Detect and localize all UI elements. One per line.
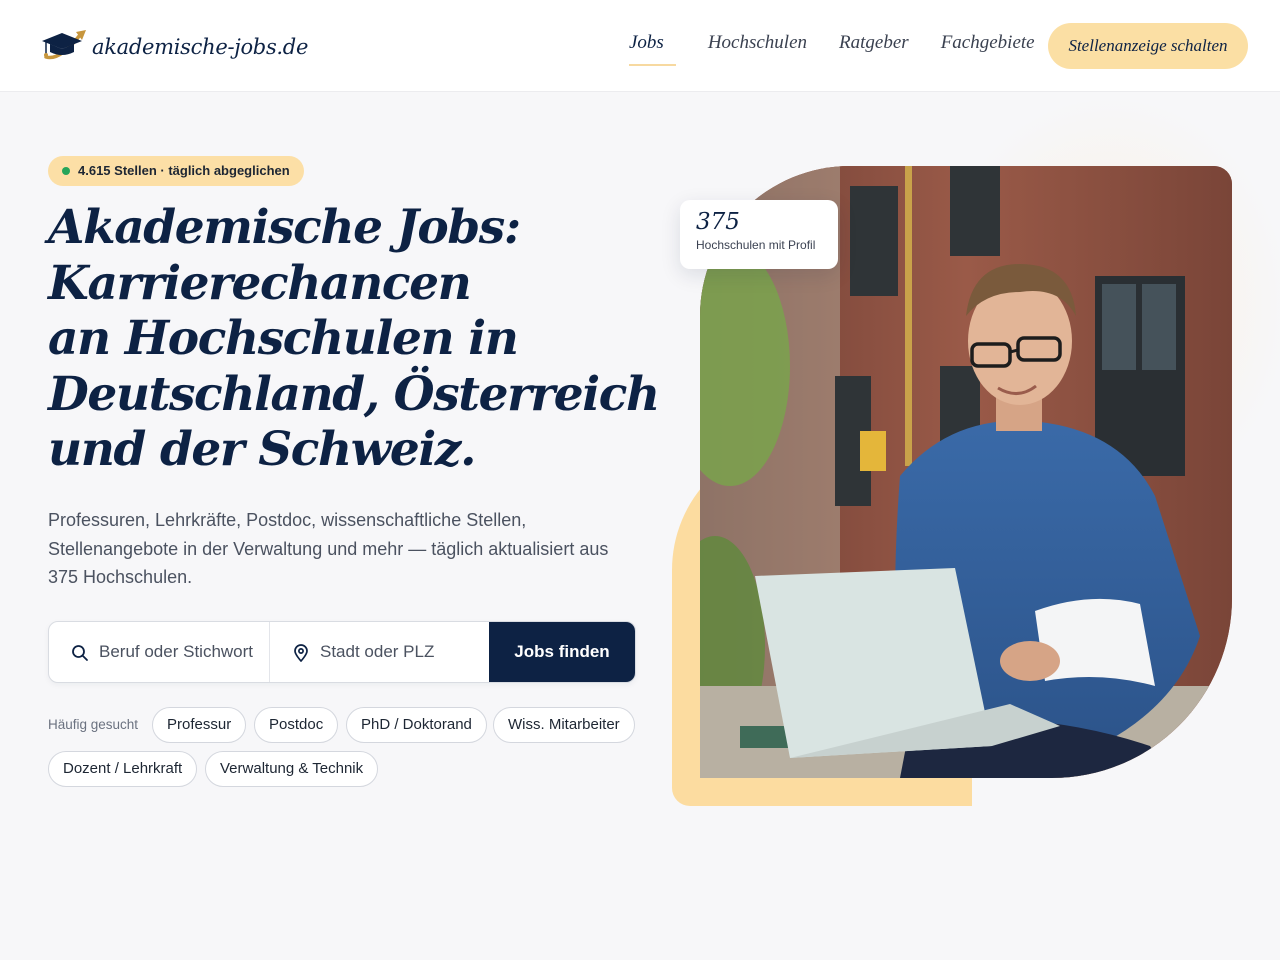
hero-title-line: Deutschland, Österreich [48, 366, 660, 422]
main-nav: Jobs Hochschulen Ratgeber Fachgebiete [629, 32, 1067, 66]
hero-title-line: Karrierechancen [48, 255, 472, 311]
chip-postdoc[interactable]: Postdoc [254, 707, 339, 743]
keyword-field [49, 622, 269, 682]
graduation-cap-logo-icon [42, 30, 86, 60]
hero-title-line: an Hochschulen in [48, 311, 519, 366]
site-header: akademische-jobs.de Jobs Hochschulen Rat… [0, 0, 1280, 92]
logo-link[interactable]: akademische-jobs.de [40, 27, 308, 67]
chip-verwaltung-technik[interactable]: Verwaltung & Technik [205, 751, 379, 787]
hero-title-line: Akademische Jobs: [48, 200, 521, 255]
chip-dozent-lehrkraft[interactable]: Dozent / Lehrkraft [48, 751, 198, 787]
job-count-text: 4.615 Stellen · täglich abgeglichen [78, 163, 290, 178]
stat-number: 375 [696, 209, 740, 235]
nav-item-jobs[interactable]: Jobs [629, 32, 676, 66]
logo-text: akademische-jobs.de [92, 35, 309, 59]
nav-item-hochschulen[interactable]: Hochschulen [708, 32, 807, 64]
job-search-form: Jobs finden [48, 621, 636, 683]
popular-searches-label: Häufig gesucht [48, 717, 139, 732]
job-count-badge: 4.615 Stellen · täglich abgeglichen [48, 156, 304, 186]
find-jobs-button[interactable]: Jobs finden [489, 622, 635, 682]
nav-item-ratgeber[interactable]: Ratgeber [839, 32, 909, 64]
post-job-button[interactable]: Stellenanzeige schalten [1048, 23, 1248, 69]
status-dot [62, 167, 70, 175]
search-icon [72, 645, 88, 661]
hero-description: Professuren, Lehrkräfte, Postdoc, wissen… [48, 510, 609, 587]
hero-title-line: und der Schweiz. [48, 422, 476, 477]
location-field [269, 622, 489, 682]
location-pin-icon [294, 644, 308, 662]
nav-item-fachgebiete[interactable]: Fachgebiete [941, 32, 1035, 64]
chip-phd-doktorand[interactable]: PhD / Doktorand [346, 707, 487, 743]
stat-label: Hochschulen mit Profil [696, 238, 816, 252]
hero-title: Akademische Jobs: Karrierechancen an Hoc… [48, 200, 660, 478]
chip-wiss-mitarbeiter[interactable]: Wiss. Mitarbeiter [493, 707, 635, 743]
universities-stat-card: 375 Hochschulen mit Profil [680, 200, 838, 269]
chip-professur[interactable]: Professur [152, 707, 247, 743]
